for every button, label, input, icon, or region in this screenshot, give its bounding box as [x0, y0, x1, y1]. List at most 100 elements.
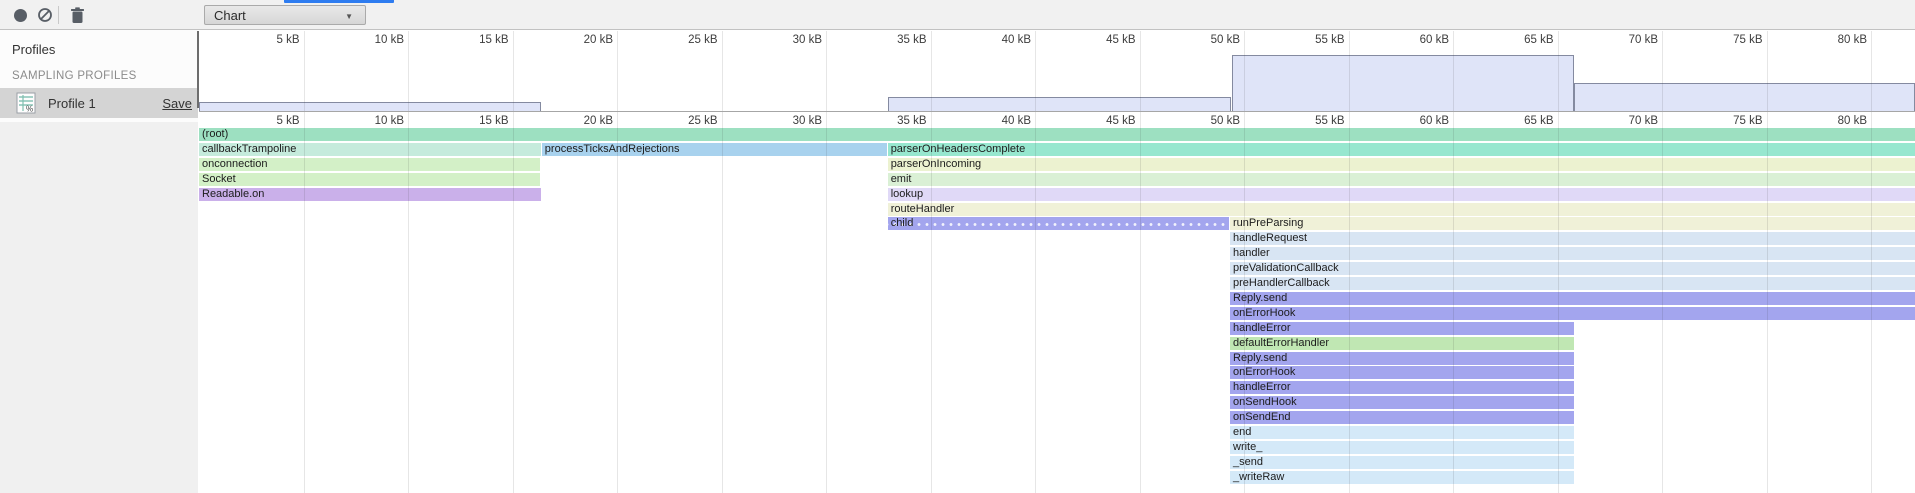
- profile-document-icon: %: [16, 92, 36, 114]
- clear-profiles-button[interactable]: [32, 0, 58, 30]
- flame-bar-label: parserOnHeadersComplete: [891, 143, 1026, 155]
- overview-area-step: [888, 97, 1232, 111]
- chevron-down-icon: ▼: [345, 12, 353, 21]
- gridline: [1558, 31, 1559, 111]
- flame-bar[interactable]: callbackTrampoline: [199, 143, 541, 156]
- flame-bar[interactable]: handler: [1230, 247, 1915, 260]
- svg-text:%: %: [26, 105, 33, 114]
- gridline: [1662, 112, 1663, 493]
- axis-tick-label: 40 kB: [961, 115, 1031, 127]
- memory-profiler-panel: Chart ▼ Profiles SAMPLING PROFILES % Pro…: [0, 0, 1915, 493]
- flame-bar[interactable]: write_: [1230, 441, 1574, 454]
- axis-tick-label: 35 kB: [857, 115, 927, 127]
- toolbar-separator: [58, 6, 59, 24]
- flame-bar[interactable]: runPreParsing: [1230, 217, 1915, 230]
- flame-bar[interactable]: onErrorHook: [1230, 307, 1915, 320]
- block-icon: [37, 7, 53, 23]
- axis-tick-label: 75 kB: [1693, 34, 1763, 46]
- flame-bar[interactable]: routeHandler: [888, 203, 1915, 216]
- flame-bar-label: Reply.send: [1233, 292, 1287, 304]
- axis-tick-label: 80 kB: [1797, 34, 1867, 46]
- chart-pane: 5 kB10 kB15 kB20 kB25 kB30 kB35 kB40 kB4…: [199, 30, 1915, 493]
- flame-bar[interactable]: child: [888, 217, 1229, 230]
- flame-bar-label: handleError: [1233, 381, 1290, 393]
- flame-bar-label: routeHandler: [891, 203, 955, 215]
- flame-bar[interactable]: defaultErrorHandler: [1230, 337, 1574, 350]
- flame-bar[interactable]: onconnection: [199, 158, 540, 171]
- flame-bar[interactable]: Socket: [199, 173, 540, 186]
- flame-bar-label: onSendEnd: [1233, 411, 1291, 423]
- flame-bar[interactable]: Reply.send: [1230, 352, 1574, 365]
- save-profile-link[interactable]: Save: [162, 96, 192, 111]
- flame-bar-label: emit: [891, 173, 912, 185]
- axis-tick-label: 35 kB: [857, 34, 927, 46]
- flame-bar[interactable]: onErrorHook: [1230, 366, 1574, 379]
- flame-bar[interactable]: onSendEnd: [1230, 411, 1574, 424]
- flame-bar-label: Readable.on: [202, 188, 264, 200]
- gridline: [304, 112, 305, 493]
- flame-bar-label: onErrorHook: [1233, 366, 1295, 378]
- gridline: [1244, 112, 1245, 493]
- record-button[interactable]: [7, 0, 33, 30]
- axis-tick-label: 50 kB: [1170, 34, 1240, 46]
- gridline: [617, 112, 618, 493]
- gridline: [617, 31, 618, 111]
- gridline: [1035, 31, 1036, 111]
- flame-bar[interactable]: lookup: [888, 188, 1915, 201]
- flame-bar[interactable]: _send: [1230, 456, 1574, 469]
- gridline: [304, 31, 305, 111]
- flame-bar-label: write_: [1233, 441, 1262, 453]
- axis-tick-label: 45 kB: [1066, 34, 1136, 46]
- flame-bar[interactable]: emit: [888, 173, 1915, 186]
- flame-bar[interactable]: parserOnHeadersComplete: [888, 143, 1915, 156]
- axis-tick-label: 70 kB: [1588, 34, 1658, 46]
- flame-bar[interactable]: parserOnIncoming: [888, 158, 1915, 171]
- delete-profile-button[interactable]: [64, 0, 90, 30]
- flame-bar-label: _writeRaw: [1233, 471, 1284, 483]
- gridline: [1662, 31, 1663, 111]
- trash-icon: [70, 7, 85, 24]
- chart-view-select[interactable]: Chart ▼: [204, 5, 366, 25]
- flame-bar[interactable]: handleError: [1230, 381, 1574, 394]
- flame-bar[interactable]: preHandlerCallback: [1230, 277, 1915, 290]
- flame-bar[interactable]: Reply.send: [1230, 292, 1915, 305]
- axis-tick-label: 50 kB: [1170, 115, 1240, 127]
- sampling-profiles-section-label: SAMPLING PROFILES: [12, 70, 137, 82]
- flame-bar-label: preHandlerCallback: [1233, 277, 1330, 289]
- gridline: [826, 31, 827, 111]
- toolbar: Chart ▼: [0, 0, 1915, 30]
- axis-tick-label: 40 kB: [961, 34, 1031, 46]
- flame-bar[interactable]: onSendHook: [1230, 396, 1574, 409]
- allocation-overview-chart[interactable]: 5 kB10 kB15 kB20 kB25 kB30 kB35 kB40 kB4…: [199, 31, 1915, 112]
- flame-bar-label: defaultErrorHandler: [1233, 337, 1329, 349]
- flame-bar-label: Reply.send: [1233, 352, 1287, 364]
- flame-bar-label: end: [1233, 426, 1251, 438]
- flame-bar[interactable]: end: [1230, 426, 1574, 439]
- axis-tick-label: 20 kB: [543, 115, 613, 127]
- flame-bar[interactable]: handleRequest: [1230, 232, 1915, 245]
- flame-bar-label: handler: [1233, 247, 1270, 259]
- flame-bar-label: callbackTrampoline: [202, 143, 296, 155]
- axis-tick-label: 30 kB: [752, 34, 822, 46]
- gridline: [1558, 112, 1559, 493]
- axis-tick-label: 5 kB: [230, 115, 300, 127]
- axis-tick-label: 10 kB: [334, 34, 404, 46]
- gridline: [513, 31, 514, 111]
- flame-bar[interactable]: processTicksAndRejections: [542, 143, 887, 156]
- flame-bar[interactable]: handleError: [1230, 322, 1574, 335]
- gridline: [408, 31, 409, 111]
- flame-bar[interactable]: Readable.on: [199, 188, 541, 201]
- flame-bar-label: Socket: [202, 173, 236, 185]
- overview-area-step: [199, 102, 541, 111]
- gridline: [408, 112, 409, 493]
- flame-bar[interactable]: preValidationCallback: [1230, 262, 1915, 275]
- flame-bar-label: child: [891, 217, 914, 229]
- axis-tick-label: 45 kB: [1066, 115, 1136, 127]
- profiles-sidebar: Profiles SAMPLING PROFILES % Profile 1 S…: [0, 30, 198, 493]
- axis-tick-label: 25 kB: [648, 115, 718, 127]
- flame-bar[interactable]: _writeRaw: [1230, 471, 1574, 484]
- flame-chart[interactable]: 5 kB10 kB15 kB20 kB25 kB30 kB35 kB40 kB4…: [199, 112, 1915, 493]
- flame-bar[interactable]: (root): [199, 128, 1915, 141]
- sidebar-title: Profiles: [12, 42, 55, 57]
- axis-tick-label: 70 kB: [1588, 115, 1658, 127]
